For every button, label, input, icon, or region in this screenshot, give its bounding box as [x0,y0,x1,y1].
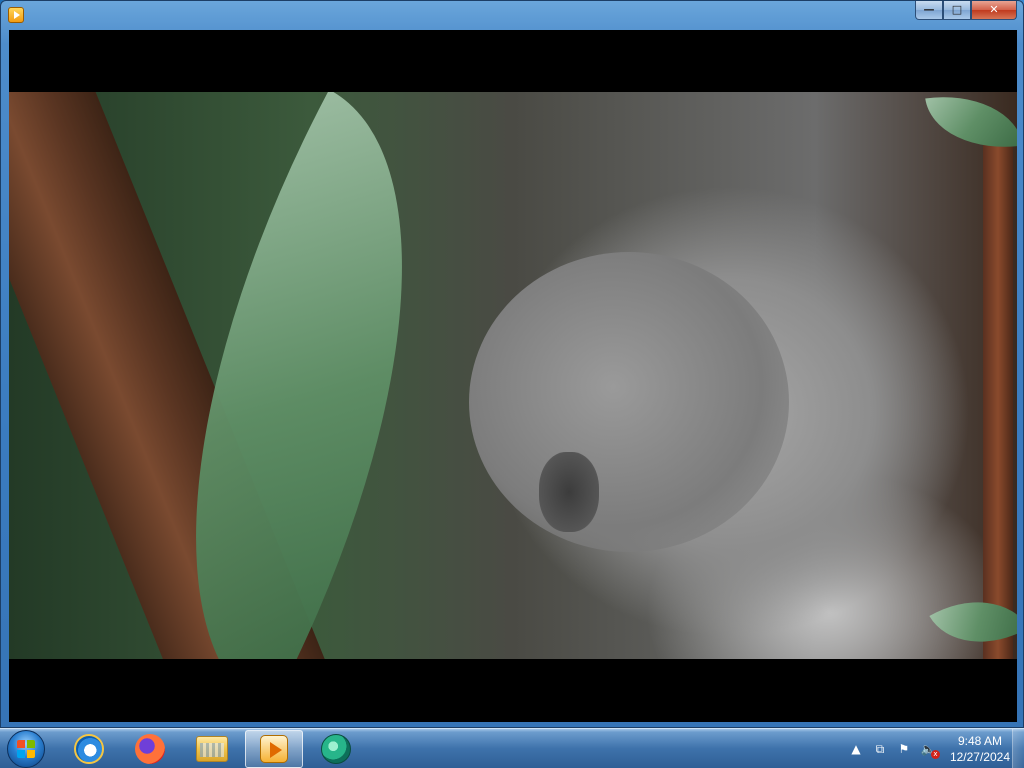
show-desktop-button[interactable] [1012,729,1024,768]
network-icon[interactable]: ⧉ [872,742,888,757]
maximize-button[interactable]: □ [943,1,971,20]
minimize-button[interactable]: — [915,1,943,20]
media-center-icon [321,734,351,764]
title-bar[interactable]: — □ ✕ [1,1,1023,29]
video-koala-nose-shape [539,452,599,532]
video-playback-area[interactable] [9,30,1017,722]
show-hidden-icons-chevron-icon[interactable]: ▲ [848,742,864,756]
video-koala-shape [469,252,789,552]
system-tray: ▲ ⧉ ⚑ 🔈 x 9:48 AM 12/27/2024 [848,729,1010,768]
close-button[interactable]: ✕ [971,1,1017,20]
action-center-flag-icon[interactable]: ⚑ [896,742,912,756]
taskbar-windows-media-center[interactable] [307,730,365,768]
video-branch-right-shape [983,142,1013,659]
start-button[interactable] [7,730,45,768]
taskbar-windows-explorer[interactable] [183,730,241,768]
clock-date: 12/27/2024 [949,750,1010,764]
clock[interactable]: 9:48 AM 12/27/2024 [950,733,1010,765]
taskbar-firefox[interactable] [121,730,179,768]
firefox-icon [135,734,165,764]
window-controls: — □ ✕ [915,1,1017,21]
taskbar-windows-media-player[interactable] [245,730,303,768]
internet-explorer-icon [74,734,104,764]
clock-time: 9:48 AM [957,734,1002,748]
video-frame-koala[interactable] [9,92,1017,659]
taskbar: ▲ ⧉ ⚑ 🔈 x 9:48 AM 12/27/2024 [0,728,1024,768]
folder-icon [196,736,228,762]
taskbar-internet-explorer[interactable] [60,730,118,768]
media-player-app-icon[interactable] [8,7,24,23]
media-player-window: — □ ✕ [0,0,1024,728]
volume-muted-icon[interactable]: 🔈 x [920,742,940,759]
muted-badge-icon: x [930,750,940,759]
media-player-icon [260,735,288,763]
